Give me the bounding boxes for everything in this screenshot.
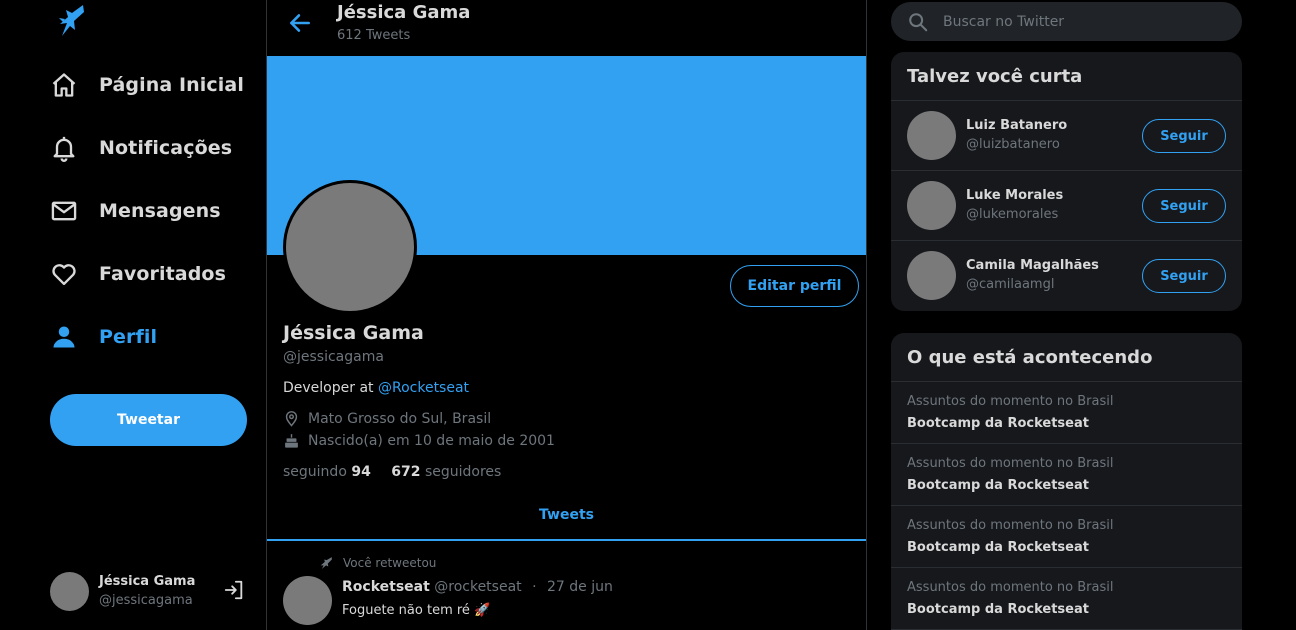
- user-name: Camila Magalhães: [966, 258, 1099, 273]
- location-text: Mato Grosso do Sul, Brasil: [308, 410, 492, 427]
- cake-icon: [285, 434, 298, 448]
- tab-tweets[interactable]: Tweets: [267, 500, 866, 541]
- profile-column: Jéssica Gama 612 Tweets Editar perfil Jé…: [266, 0, 867, 630]
- profile-birthday: Nascido(a) em 10 de maio de 2001: [283, 432, 555, 449]
- edit-profile-button[interactable]: Editar perfil: [730, 265, 859, 307]
- who-to-follow-title: Talvez você curta: [891, 52, 1242, 101]
- birthday-text: Nascido(a) em 10 de maio de 2001: [308, 432, 555, 449]
- follow-button[interactable]: Seguir: [1142, 119, 1226, 153]
- tweet-header: Rocketseat @rocketseat · 27 de jun: [342, 579, 613, 595]
- page-title: Jéssica Gama: [337, 2, 471, 23]
- trend-topic: Bootcamp da Rocketseat: [907, 478, 1089, 493]
- rocket-bird-icon[interactable]: [56, 4, 86, 38]
- sidebar-item-label: Página Inicial: [99, 74, 244, 96]
- sidebar-item-home[interactable]: Página Inicial: [50, 65, 244, 105]
- mail-icon: [51, 201, 77, 221]
- list-item[interactable]: Camila Magalhães @camilaamgl Seguir: [891, 241, 1242, 311]
- avatar: [907, 181, 956, 230]
- following-label: seguindo: [283, 464, 347, 480]
- search-box[interactable]: [891, 2, 1242, 41]
- tweet[interactable]: Você retweetou Rocketseat @rocketseat · …: [267, 543, 866, 630]
- avatar: [50, 571, 89, 611]
- sidebar-item-notifications[interactable]: Notificações: [50, 128, 232, 168]
- bell-icon: [53, 136, 75, 162]
- location-pin-icon: [285, 411, 298, 427]
- user-icon: [53, 326, 75, 348]
- sidebar-item-favorites[interactable]: Favoritados: [50, 254, 226, 294]
- who-to-follow-card: Talvez você curta Luiz Batanero @luizbat…: [891, 52, 1242, 311]
- account-switcher[interactable]: Jéssica Gama @jessicagama: [50, 571, 250, 611]
- profile-avatar[interactable]: [283, 180, 417, 314]
- profile-header: Jéssica Gama 612 Tweets: [267, 0, 866, 56]
- trend-item[interactable]: Assuntos do momento no Brasil Bootcamp d…: [891, 444, 1242, 506]
- profile-location: Mato Grosso do Sul, Brasil: [283, 410, 491, 427]
- tweet-date[interactable]: 27 de jun: [547, 579, 613, 595]
- rocket-icon: [320, 557, 332, 569]
- trend-item[interactable]: Assuntos do momento no Brasil Bootcamp d…: [891, 568, 1242, 630]
- trend-context: Assuntos do momento no Brasil: [907, 456, 1114, 471]
- followers-link[interactable]: 672 seguidores: [391, 464, 501, 480]
- user-handle: @camilaamgl: [966, 277, 1055, 292]
- sidebar-item-label: Notificações: [99, 137, 233, 159]
- trend-topic: Bootcamp da Rocketseat: [907, 416, 1089, 431]
- search-icon: [909, 12, 928, 31]
- sidebar-item-messages[interactable]: Mensagens: [50, 191, 221, 231]
- user-handle: @luizbatanero: [966, 137, 1060, 152]
- tweet-count: 612 Tweets: [337, 28, 411, 43]
- right-column: Talvez você curta Luiz Batanero @luizbat…: [891, 0, 1242, 630]
- trends-card: O que está acontecendo Assuntos do momen…: [891, 333, 1242, 630]
- trends-title: O que está acontecendo: [891, 333, 1242, 382]
- profile-bio: Developer at @Rocketseat: [283, 380, 469, 396]
- following-count: 94: [351, 464, 371, 480]
- user-handle: @lukemorales: [966, 207, 1059, 222]
- avatar: [907, 251, 956, 300]
- tweet-button[interactable]: Tweetar: [50, 394, 247, 446]
- followers-count: 672: [391, 464, 421, 480]
- bio-text: Developer at: [283, 380, 378, 396]
- follow-button[interactable]: Seguir: [1142, 259, 1226, 293]
- trend-context: Assuntos do momento no Brasil: [907, 580, 1114, 595]
- heart-icon: [52, 264, 76, 286]
- trend-context: Assuntos do momento no Brasil: [907, 518, 1114, 533]
- retweet-indicator: Você retweetou: [319, 556, 436, 570]
- sidebar-item-label: Perfil: [99, 326, 158, 348]
- trend-item[interactable]: Assuntos do momento no Brasil Bootcamp d…: [891, 506, 1242, 568]
- trend-topic: Bootcamp da Rocketseat: [907, 540, 1089, 555]
- sidebar: Página Inicial Notificações Mensagens Fa…: [0, 0, 266, 630]
- sidebar-item-profile[interactable]: Perfil: [50, 317, 157, 357]
- avatar[interactable]: [283, 576, 332, 625]
- followers-label: seguidores: [424, 464, 502, 480]
- home-icon: [52, 73, 76, 97]
- sidebar-item-label: Favoritados: [99, 263, 226, 285]
- dot-separator: ·: [532, 579, 537, 595]
- arrow-left-icon[interactable]: [287, 10, 313, 36]
- account-handle: @jessicagama: [99, 593, 193, 608]
- logout-icon[interactable]: [223, 579, 245, 601]
- avatar: [907, 111, 956, 160]
- profile-name: Jéssica Gama: [283, 322, 424, 344]
- list-item[interactable]: Luke Morales @lukemorales Seguir: [891, 171, 1242, 241]
- retweet-label: Você retweetou: [343, 556, 437, 570]
- search-input[interactable]: [943, 13, 1213, 30]
- profile-handle: @jessicagama: [283, 349, 384, 365]
- list-item[interactable]: Luiz Batanero @luizbatanero Seguir: [891, 101, 1242, 171]
- tweet-author[interactable]: Rocketseat: [342, 579, 430, 595]
- trend-context: Assuntos do momento no Brasil: [907, 394, 1114, 409]
- tweet-handle: @rocketseat: [434, 579, 522, 595]
- account-name: Jéssica Gama: [99, 574, 196, 589]
- trend-topic: Bootcamp da Rocketseat: [907, 602, 1089, 617]
- sidebar-item-label: Mensagens: [99, 200, 221, 222]
- follow-button[interactable]: Seguir: [1142, 189, 1226, 223]
- user-name: Luke Morales: [966, 188, 1064, 203]
- bio-mention-link[interactable]: @Rocketseat: [378, 380, 469, 396]
- trend-item[interactable]: Assuntos do momento no Brasil Bootcamp d…: [891, 382, 1242, 444]
- user-name: Luiz Batanero: [966, 118, 1068, 133]
- following-link[interactable]: seguindo 94: [283, 464, 375, 480]
- tweet-text: Foguete não tem ré 🚀: [342, 603, 491, 618]
- follow-stats: seguindo 94 672 seguidores: [283, 464, 501, 480]
